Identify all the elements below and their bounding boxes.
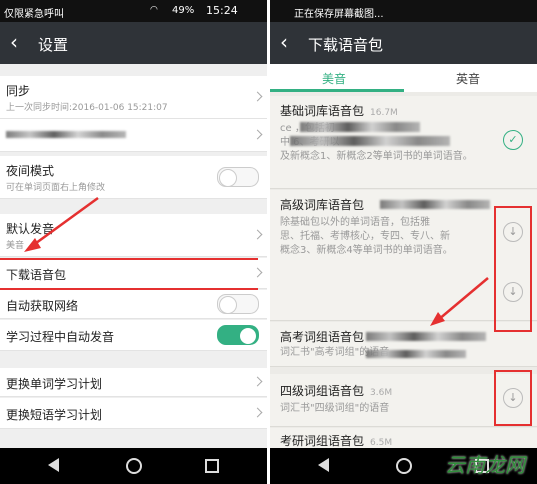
voice-pack-screen: 正在保存屏幕截图... ‹ 下载语音包 美音 英音 基础词库语音包 16.7M c… (270, 0, 537, 484)
nav-back-icon[interactable] (318, 458, 329, 472)
settings-screen: 仅限紧急呼叫 ◠ 49% 15:24 ‹ 设置 同步 上一次同步时间:2016-… (0, 0, 267, 484)
annotation-arrow (24, 196, 99, 252)
annotation-arrow (430, 277, 489, 326)
nav-home-icon[interactable] (396, 458, 412, 474)
nav-back-icon[interactable] (48, 458, 59, 472)
watermark-logo: 云南龙网 (445, 453, 525, 477)
system-nav-bar (0, 448, 267, 484)
nav-home-icon[interactable] (126, 458, 142, 474)
nav-recent-icon[interactable] (205, 459, 219, 473)
